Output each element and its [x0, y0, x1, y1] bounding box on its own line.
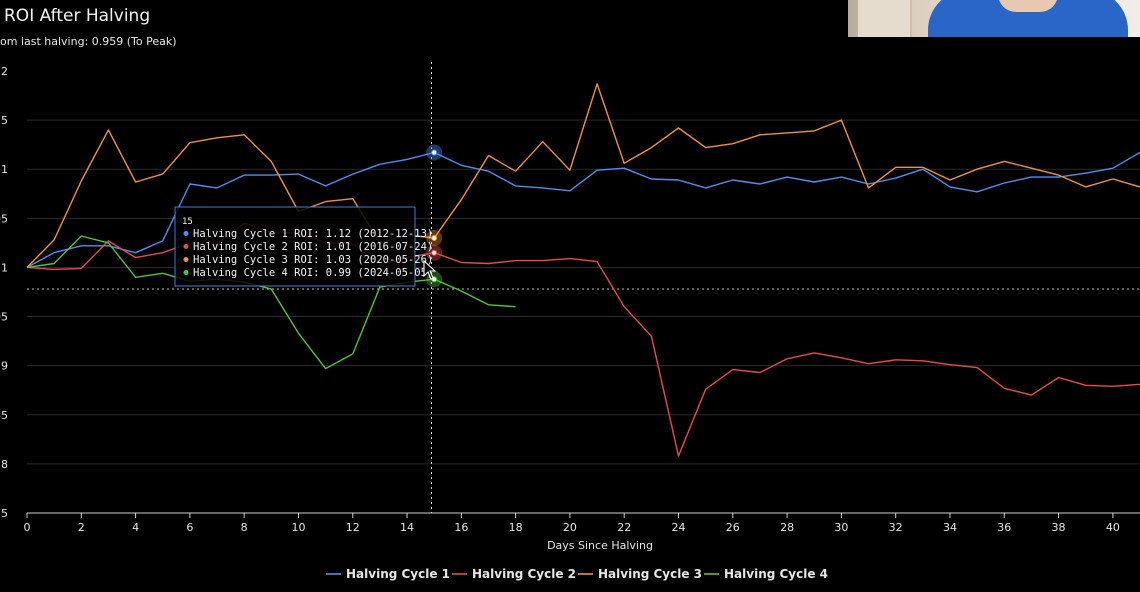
legend-item-cycle-3[interactable]: Halving Cycle 3	[578, 567, 702, 581]
y-tick-label: .2	[0, 65, 8, 78]
legend-item-cycle-1[interactable]: Halving Cycle 1	[326, 567, 450, 581]
tooltip-row: Halving Cycle 4 ROI: 0.99 (2024-05-05)	[193, 267, 433, 279]
tooltip-bullet	[183, 231, 189, 236]
tooltip-bullet	[183, 244, 189, 249]
tooltip-row: Halving Cycle 3 ROI: 1.03 (2020-05-26)	[193, 254, 433, 266]
tooltip-row: Halving Cycle 2 ROI: 1.01 (2016-07-24)	[193, 241, 433, 253]
x-tick-label: 8	[241, 521, 248, 534]
legend: Halving Cycle 1 Halving Cycle 2 Halving Cy…	[326, 567, 828, 581]
legend-label: Halving Cycle 1	[346, 567, 450, 581]
crosshair	[27, 62, 1140, 513]
y-tick-label: 75	[0, 507, 8, 520]
y-tick-label: .9	[0, 360, 8, 373]
x-tick-label: 2	[78, 521, 85, 534]
x-tick-label: 24	[672, 521, 686, 534]
tooltip-row: Halving Cycle 1 ROI: 1.12 (2012-12-13)	[193, 228, 433, 240]
x-tick-label: 36	[997, 521, 1011, 534]
tooltip-bullet	[183, 257, 189, 262]
x-tick-label: 38	[1052, 521, 1066, 534]
x-tick-label: 12	[346, 521, 360, 534]
grid-lines	[27, 119, 1140, 465]
y-tick-label: 85	[0, 409, 8, 422]
x-tick-label: 40	[1106, 521, 1120, 534]
y-tick-label: 15	[0, 114, 8, 127]
legend-label: Halving Cycle 2	[472, 567, 576, 581]
legend-item-cycle-4[interactable]: Halving Cycle 4	[704, 567, 828, 581]
x-tick-label: 4	[132, 521, 139, 534]
x-tick-label: 6	[186, 521, 193, 534]
x-tick-label: 18	[509, 521, 523, 534]
x-axis-title: Days Since Halving	[547, 539, 653, 552]
tooltip-header: 15	[182, 217, 193, 227]
x-tick-label: 22	[617, 521, 631, 534]
hover-tooltip: 15Halving Cycle 1 ROI: 1.12 (2012-12-13)…	[174, 206, 433, 287]
tooltip-bullet	[183, 270, 189, 275]
x-tick-label: 14	[400, 521, 414, 534]
y-tick-label: 05	[0, 212, 8, 225]
y-tick-label: 1	[1, 261, 8, 274]
legend-item-cycle-2[interactable]: Halving Cycle 2	[452, 567, 576, 581]
x-tick-label: 30	[834, 521, 848, 534]
x-tick-label: 16	[454, 521, 468, 534]
y-tick-label: .8	[0, 458, 8, 471]
x-tick-label: 20	[563, 521, 577, 534]
x-tick-label: 10	[291, 521, 305, 534]
legend-label: Halving Cycle 4	[724, 567, 828, 581]
x-tick-label: 32	[889, 521, 903, 534]
x-tick-label: 28	[780, 521, 794, 534]
y-tick-label: .1	[0, 163, 8, 176]
x-tick-label: 0	[24, 521, 31, 534]
y-tick-label: 95	[0, 311, 8, 324]
roi-line-chart[interactable]: .215.105195.985.875024681012141618202224…	[0, 0, 1140, 592]
hover-point-cycle-1	[431, 149, 438, 156]
x-tick-label: 26	[726, 521, 740, 534]
legend-label: Halving Cycle 3	[598, 567, 702, 581]
x-tick-label: 34	[943, 521, 957, 534]
